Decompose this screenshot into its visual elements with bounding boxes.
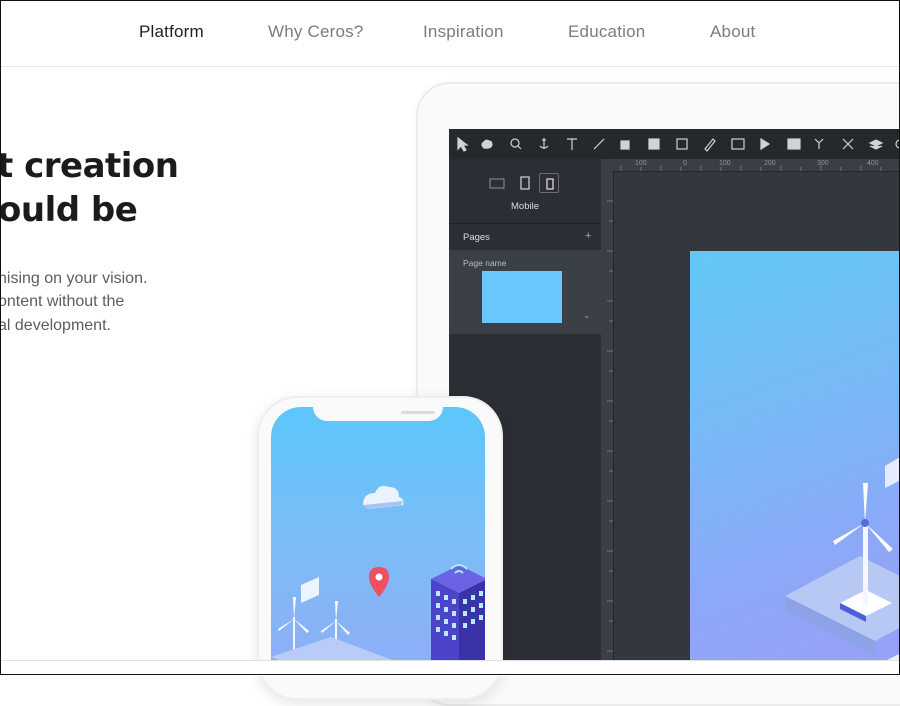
- ruler-label: 200: [764, 160, 776, 167]
- ruler-horizontal: 100 0 100 200 300 400: [601, 159, 900, 172]
- nav-why-ceros[interactable]: Why Ceros?: [268, 22, 364, 42]
- add-page-button[interactable]: +: [585, 230, 591, 242]
- pages-heading: Pages: [463, 232, 490, 243]
- editor-toolbar: [449, 129, 900, 160]
- shape-icon: [620, 140, 630, 150]
- layers-icon: [868, 139, 884, 150]
- page-name-label: Page name: [463, 258, 507, 268]
- canvas-artwork[interactable]: [690, 251, 900, 660]
- hero-title-line-1: t creation: [0, 146, 179, 186]
- nav-education[interactable]: Education: [568, 22, 645, 42]
- city-illustration: [271, 485, 485, 667]
- device-label: Mobile: [511, 201, 539, 212]
- device-switcher: [487, 173, 567, 193]
- ruler-label: 0: [683, 160, 687, 167]
- cursor-icon: [457, 136, 469, 152]
- ruler-label: 100: [635, 160, 647, 167]
- text-icon: [567, 138, 577, 150]
- editor-canvas[interactable]: [614, 172, 900, 660]
- page-bottom-edge: [0, 660, 900, 676]
- nav-inspiration[interactable]: Inspiration: [423, 22, 504, 42]
- frame-icon: [676, 138, 688, 150]
- pen-icon: [704, 138, 716, 152]
- hero-body-line-3: al development.: [0, 317, 111, 334]
- chevron-down-icon[interactable]: ⌄: [583, 310, 591, 321]
- line-icon: [593, 138, 605, 150]
- video-icon: [760, 137, 771, 151]
- editor-screen: Mobile Pages + Page name ⌄ 100 0 100 200…: [449, 129, 900, 660]
- phone-screen: [271, 407, 485, 667]
- ruler-vertical: [601, 171, 614, 660]
- divider: [449, 223, 601, 224]
- wind-turbine-illustration: [785, 457, 900, 660]
- tablet-icon[interactable]: [515, 173, 535, 193]
- page-item[interactable]: Page name ⌄: [449, 250, 601, 334]
- ruler-label: 400: [867, 160, 879, 167]
- mobile-icon[interactable]: [539, 173, 559, 193]
- hero-body-line-2: ontent without the: [0, 293, 125, 310]
- hand-icon: [481, 139, 493, 149]
- ruler-label: 300: [817, 160, 829, 167]
- desktop-icon[interactable]: [487, 173, 507, 193]
- nav-platform[interactable]: Platform: [139, 22, 204, 42]
- mask-icon: [648, 138, 660, 150]
- toolbar-icons: [457, 136, 900, 152]
- hero-body-line-1: nising on your vision.: [0, 270, 148, 287]
- image-icon: [731, 138, 745, 150]
- tools-icon: [842, 138, 854, 150]
- anchor-icon: [539, 138, 549, 149]
- zoom-icon: [510, 138, 520, 148]
- hero-title-line-2: ould be: [0, 190, 138, 230]
- hotspot-icon: [814, 138, 824, 149]
- page-thumbnail[interactable]: [482, 271, 562, 323]
- ruler-label: 100: [719, 160, 731, 167]
- embed-icon: [787, 138, 801, 150]
- top-navigation: Platform Why Ceros? Inspiration Educatio…: [0, 0, 900, 67]
- nav-about[interactable]: About: [710, 22, 755, 42]
